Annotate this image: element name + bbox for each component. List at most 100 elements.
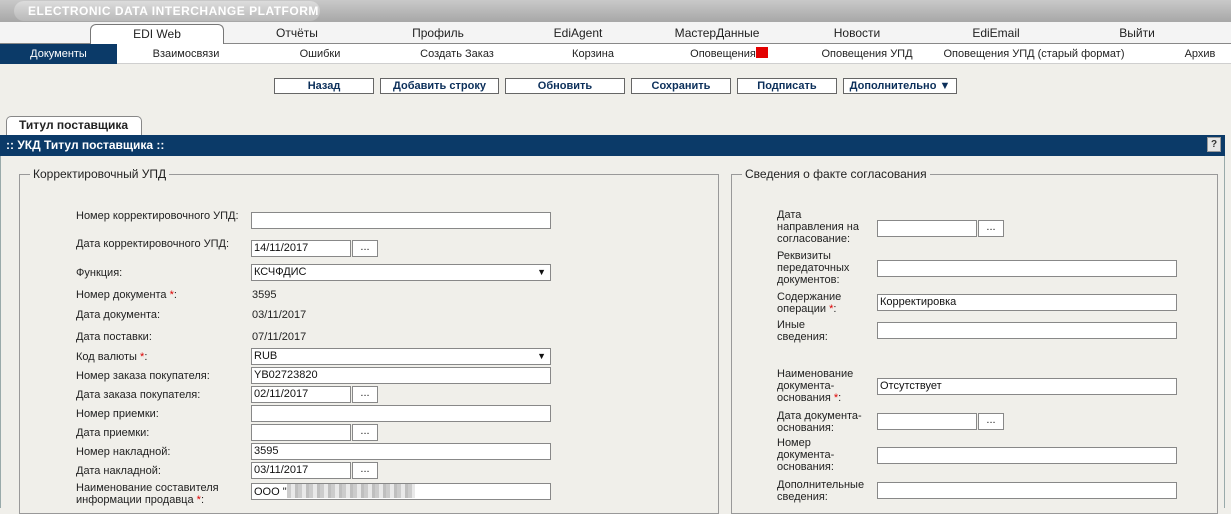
approval-info-fieldset: Сведения о факте согласования Дата направ…	[731, 167, 1218, 514]
tab-masterdata[interactable]: МастерДанные	[668, 24, 766, 44]
required-marker: *	[833, 392, 839, 404]
tab-ediemail[interactable]: EdiEmail	[960, 24, 1032, 44]
transfer-docs-label: Реквизиты передаточных документов:	[777, 250, 877, 286]
waybill-date-label: Дата накладной:	[76, 465, 161, 477]
subnav-errors[interactable]: Ошибки	[290, 44, 350, 64]
subnav-documents[interactable]: Документы	[0, 44, 117, 64]
send-date-line1: Дата	[777, 209, 802, 221]
subnav-relations[interactable]: Взаимосвязи	[140, 44, 232, 64]
base-num-line1: Номер	[777, 437, 811, 449]
tab-news[interactable]: Новости	[824, 24, 890, 44]
transfer-docs-line1: Реквизиты	[777, 250, 831, 262]
subnav-cart[interactable]: Корзина	[562, 44, 624, 64]
buyer-order-date-label: Дата заказа покупателя:	[76, 389, 201, 401]
tab-edi-web[interactable]: EDI Web	[90, 24, 224, 45]
send-date-input[interactable]	[877, 220, 977, 237]
tab-reports[interactable]: Отчёты	[260, 24, 334, 44]
sign-button[interactable]: Подписать	[737, 78, 837, 94]
base-name-label: Наименование документа-основания *:	[777, 368, 854, 404]
base-num-label: Номер документа-основания:	[777, 437, 877, 473]
extra-info-input[interactable]	[877, 482, 1177, 499]
add-row-button[interactable]: Добавить строку	[380, 78, 499, 94]
waybill-num-input[interactable]: 3595	[251, 443, 551, 460]
currency-value: RUB	[254, 350, 278, 362]
composer-name-value: ООО "	[254, 486, 287, 498]
subnav-notifications[interactable]: Оповещения	[684, 44, 774, 64]
base-name-line1: Наименование	[777, 368, 854, 380]
receipt-num-input[interactable]	[251, 405, 551, 422]
subnav-upd-notifications-old[interactable]: Оповещения УПД (старый формат)	[936, 44, 1132, 64]
currency-label: Код валюты *:	[76, 351, 148, 363]
send-date-line3: согласование:	[777, 233, 851, 245]
other-info-input[interactable]	[877, 322, 1177, 339]
panel-body: Корректировочный УПД Номер корректировоч…	[0, 156, 1225, 514]
doc-date-label: Дата документа:	[76, 309, 161, 321]
buyer-order-num-input[interactable]: YB02723820	[251, 367, 551, 384]
buyer-order-date-input[interactable]: 02/11/2017	[251, 386, 351, 403]
corr-num-input[interactable]	[251, 212, 551, 229]
tab-supplier-title[interactable]: Титул поставщика	[6, 116, 142, 135]
sub-navigation: Документы Взаимосвязи Ошибки Создать Зак…	[0, 44, 1231, 64]
back-button[interactable]: Назад	[274, 78, 374, 94]
function-select[interactable]: КСЧФДИС ▼	[251, 264, 551, 281]
receipt-num-label: Номер приемки:	[76, 408, 159, 420]
composer-name-input[interactable]: ООО "	[251, 483, 551, 500]
chevron-down-icon: ▼	[537, 351, 546, 361]
receipt-date-input[interactable]	[251, 424, 351, 441]
base-date-picker-button[interactable]: ...	[978, 413, 1004, 430]
required-marker: *	[169, 289, 174, 301]
subnav-archive[interactable]: Архив	[1176, 44, 1224, 64]
panel-header: :: УКД Титул поставщика :: ?	[0, 135, 1225, 156]
doc-num-label: Номер документа *:	[76, 289, 177, 301]
extra-info-label: Дополнительные сведения:	[777, 479, 877, 503]
base-date-line2: основания:	[777, 422, 834, 434]
panel-title: :: УКД Титул поставщика ::	[6, 138, 165, 152]
buyer-order-date-picker-button[interactable]: ...	[352, 386, 378, 403]
currency-select[interactable]: RUB ▼	[251, 348, 551, 365]
operation-input[interactable]: Корректировка	[877, 294, 1177, 311]
corr-date-picker-button[interactable]: ...	[352, 240, 378, 257]
transfer-docs-input[interactable]	[877, 260, 1177, 277]
base-date-label: Дата документа-основания:	[777, 410, 877, 434]
extra-info-line1: Дополнительные	[777, 479, 865, 491]
tab-profile[interactable]: Профиль	[398, 24, 478, 44]
function-value: КСЧФДИС	[254, 266, 307, 278]
subnav-upd-notifications[interactable]: Оповещения УПД	[814, 44, 920, 64]
waybill-date-input[interactable]: 03/11/2017	[251, 462, 351, 479]
base-date-input[interactable]	[877, 413, 977, 430]
correction-upd-legend: Корректировочный УПД	[30, 167, 170, 181]
doc-num-label-text: Номер документа	[76, 289, 167, 301]
base-name-input[interactable]: Отсутствует	[877, 378, 1177, 395]
required-marker: *	[196, 494, 201, 506]
tab-ediagent[interactable]: EdiAgent	[540, 24, 616, 44]
currency-label-text: Код валюты	[76, 351, 137, 363]
main-tabs: EDI Web Отчёты Профиль EdiAgent МастерДа…	[0, 22, 1231, 45]
base-date-line1: Дата документа-	[777, 410, 862, 422]
waybill-num-label: Номер накладной:	[76, 446, 171, 458]
subnav-create-order[interactable]: Создать Заказ	[410, 44, 504, 64]
help-icon[interactable]: ?	[1207, 137, 1221, 152]
send-date-label: Дата направления на согласование:	[777, 209, 877, 245]
receipt-date-picker-button[interactable]: ...	[352, 424, 378, 441]
corr-date-input[interactable]: 14/11/2017	[251, 240, 351, 257]
tab-logout[interactable]: Выйти	[1112, 24, 1162, 44]
other-info-label: Иные сведения:	[777, 319, 877, 343]
base-name-line3: основания	[777, 392, 831, 404]
top-banner: ELECTRONIC DATA INTERCHANGE PLATFORM	[0, 0, 1231, 22]
composer-name-label: Наименование составителя информации прода…	[76, 482, 219, 506]
base-num-input[interactable]	[877, 447, 1177, 464]
delivery-date-value: 07/11/2017	[252, 331, 307, 343]
send-date-picker-button[interactable]: ...	[978, 220, 1004, 237]
function-label: Функция:	[76, 267, 123, 279]
required-marker: *	[829, 303, 834, 315]
operation-line1: Содержание	[777, 291, 842, 303]
save-button[interactable]: Сохранить	[631, 78, 731, 94]
refresh-button[interactable]: Обновить	[505, 78, 625, 94]
composer-name-line1: Наименование составителя	[76, 482, 219, 494]
subnav-notifications-label: Оповещения	[690, 48, 756, 60]
composer-name-line2: информации продавца	[76, 494, 194, 506]
more-dropdown-button[interactable]: Дополнительно ▼	[843, 78, 957, 94]
waybill-date-picker-button[interactable]: ...	[352, 462, 378, 479]
base-num-line2: документа-	[777, 449, 835, 461]
doc-date-value: 03/11/2017	[252, 309, 307, 321]
